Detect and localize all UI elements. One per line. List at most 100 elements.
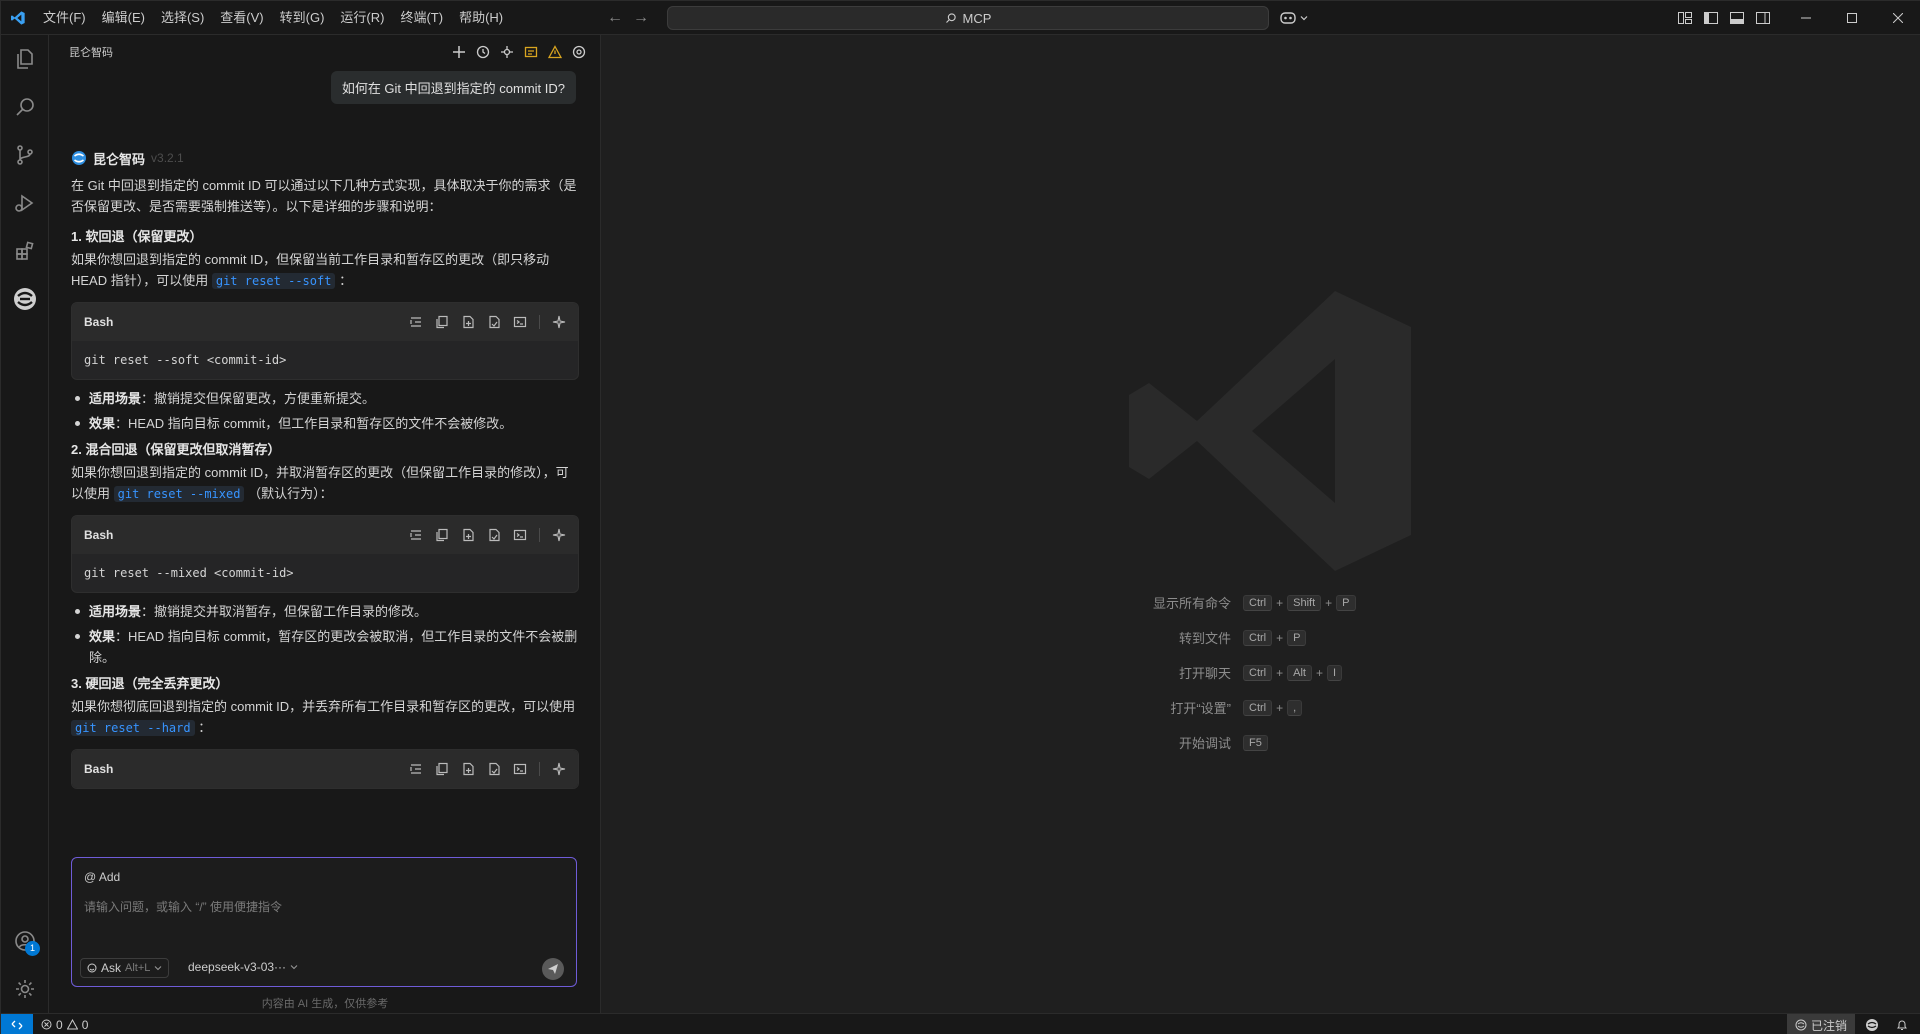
shortcut-label: 转到文件 <box>1178 631 1231 646</box>
notifications-bell-icon[interactable] <box>1889 1014 1915 1034</box>
ai-sparkle-icon[interactable] <box>552 528 566 542</box>
insert-code-icon[interactable] <box>409 528 423 542</box>
assistant-status-icon[interactable] <box>1859 1014 1885 1034</box>
toggle-secondary-sidebar-icon[interactable] <box>1755 10 1771 26</box>
kbd-key: P <box>1336 594 1356 611</box>
accounts-badge: 1 <box>25 941 40 956</box>
send-icon <box>548 964 558 974</box>
model-selector[interactable]: deepseek-v3-03··· <box>188 960 298 974</box>
kbd-key: , <box>1287 699 1303 716</box>
add-context-button[interactable]: @ Add <box>84 870 120 884</box>
minimize-icon[interactable] <box>1783 1 1829 35</box>
run-in-terminal-icon[interactable] <box>513 528 527 542</box>
new-file-icon[interactable] <box>461 762 475 776</box>
plugin-icon[interactable] <box>498 43 516 61</box>
insert-code-icon[interactable] <box>409 762 423 776</box>
vscode-logo-icon <box>1 1 35 35</box>
copy-icon[interactable] <box>435 528 449 542</box>
source-control-icon[interactable] <box>1 131 49 179</box>
chevron-down-icon <box>1300 16 1308 21</box>
chevron-down-icon <box>290 965 298 970</box>
code-language: Bash <box>84 528 114 542</box>
kbd-key: P <box>1287 629 1307 646</box>
extensions-icon[interactable] <box>1 227 49 275</box>
toggle-primary-sidebar-icon[interactable] <box>1703 10 1719 26</box>
copy-icon[interactable] <box>435 762 449 776</box>
code-review-icon[interactable] <box>522 43 540 61</box>
menu-file[interactable]: 文件(F) <box>35 6 94 30</box>
section-text-before: 如果你想彻底回退到指定的 commit ID，并丢弃所有工作目录和暂存区的更改，… <box>71 699 576 714</box>
diff-apply-icon[interactable] <box>487 528 501 542</box>
ai-sparkle-icon[interactable] <box>552 315 566 329</box>
menu-terminal[interactable]: 终端(T) <box>392 6 451 30</box>
bullet-list: 适用场景：撤销提交并取消暂存，但保留工作目录的修改。 效果：HEAD 指向目标 … <box>71 601 579 668</box>
manage-gear-icon[interactable] <box>1 965 49 1013</box>
mode-label: Ask <box>101 961 122 975</box>
vscode-watermark-icon <box>1121 281 1421 584</box>
new-file-icon[interactable] <box>461 315 475 329</box>
diff-apply-icon[interactable] <box>487 315 501 329</box>
problems-indicator[interactable]: 0 0 <box>33 1018 96 1032</box>
customize-layout-icon[interactable] <box>1677 10 1693 26</box>
warning-icon[interactable] <box>546 43 564 61</box>
back-arrow-icon[interactable]: ← <box>607 9 623 27</box>
intro-text: 在 Git 中回退到指定的 commit ID 可以通过以下几种方式实现，具体取… <box>71 178 577 214</box>
close-icon[interactable] <box>1875 1 1920 35</box>
search-activity-icon[interactable] <box>1 83 49 131</box>
run-debug-icon[interactable] <box>1 179 49 227</box>
remote-indicator[interactable] <box>1 1013 33 1034</box>
section-heading: 3. 硬回退（完全丢弃更改） <box>71 676 229 691</box>
history-icon[interactable] <box>474 43 492 61</box>
toggle-panel-icon[interactable] <box>1729 10 1745 26</box>
kunlun-assistant-icon[interactable] <box>1 275 49 323</box>
warning-status-icon <box>66 1019 78 1030</box>
mode-selector[interactable]: Ask Alt+L <box>80 958 170 978</box>
login-status[interactable]: 已注销 <box>1786 1014 1855 1034</box>
code-content: git reset --mixed <commit-id> <box>84 566 294 580</box>
send-button[interactable] <box>542 958 564 980</box>
list-item-text: ：撤销提交并取消暂存，但保留工作目录的修改。 <box>141 604 428 619</box>
section-text-after: ： <box>198 720 212 735</box>
diff-apply-icon[interactable] <box>487 762 501 776</box>
run-in-terminal-icon[interactable] <box>513 315 527 329</box>
new-file-icon[interactable] <box>461 528 475 542</box>
settings-icon[interactable] <box>570 43 588 61</box>
kbd-key: Ctrl <box>1243 664 1273 681</box>
assistant-panel: 昆仑智码 如何在 Git 中回退到指定的 commit ID? 昆仑智码 v3.… <box>49 35 601 1013</box>
maximize-icon[interactable] <box>1829 1 1875 35</box>
menu-edit[interactable]: 编辑(E) <box>94 6 153 30</box>
layout-controls <box>1677 1 1771 35</box>
copy-icon[interactable] <box>435 315 449 329</box>
kunlun-status-icon <box>1795 1019 1807 1031</box>
menu-help[interactable]: 帮助(H) <box>451 6 511 30</box>
ai-sparkle-icon[interactable] <box>552 762 566 776</box>
menu-run[interactable]: 运行(R) <box>332 6 392 30</box>
menu-view[interactable]: 查看(V) <box>212 6 271 30</box>
accounts-icon[interactable]: 1 <box>1 917 49 965</box>
inline-code: git reset --hard <box>71 720 195 736</box>
menu-selection[interactable]: 选择(S) <box>153 6 212 30</box>
insert-code-icon[interactable] <box>409 315 423 329</box>
panel-title: 昆仑智码 <box>69 47 113 59</box>
chat-input-box[interactable]: @ Add 请输入问题，或输入 “/” 使用便捷指令 Ask Alt+L dee… <box>71 857 577 987</box>
command-center[interactable]: MCP <box>667 6 1269 30</box>
code-content: git reset --soft <commit-id> <box>84 353 287 367</box>
remote-icon <box>11 1020 23 1029</box>
bullet-list: 适用场景：撤销提交但保留更改，方便重新提交。 效果：HEAD 指向目标 comm… <box>71 388 579 434</box>
nav-arrows: ← → <box>607 1 649 35</box>
section-heading: 1. 软回退（保留更改） <box>71 229 203 244</box>
login-status-text: 已注销 <box>1810 1018 1847 1033</box>
section-text-after: ： <box>339 273 353 288</box>
copilot-menu-button[interactable] <box>1279 1 1309 35</box>
kbd-key: Alt <box>1287 664 1312 681</box>
forward-arrow-icon[interactable]: → <box>633 9 649 27</box>
search-icon <box>945 13 956 23</box>
new-chat-icon[interactable] <box>450 43 468 61</box>
chat-input-placeholder[interactable]: 请输入问题，或输入 “/” 使用便捷指令 <box>84 898 282 915</box>
kbd-key: Ctrl <box>1243 594 1273 611</box>
explorer-icon[interactable] <box>1 35 49 83</box>
inline-code: git reset --soft <box>211 273 336 289</box>
menu-go[interactable]: 转到(G) <box>272 6 333 30</box>
run-in-terminal-icon[interactable] <box>513 762 527 776</box>
shortcut-label: 开始调试 <box>1178 736 1231 751</box>
